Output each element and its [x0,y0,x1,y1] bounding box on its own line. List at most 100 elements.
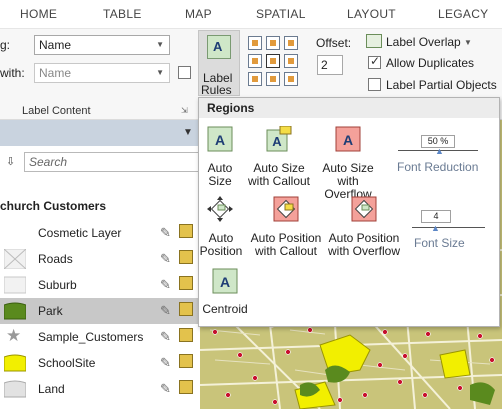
auto-size-callout-icon: A [266,126,292,152]
label-content-caption: Label Content [22,105,91,117]
layer-name: SchoolSite [38,356,96,370]
font-size-value: 4 [421,210,451,223]
layer-name: Land [38,382,65,396]
centroid-button[interactable]: A Centroid [199,268,251,318]
font-size-slider[interactable] [412,227,485,228]
park-symbol-icon [4,302,26,320]
label-with-checkbox[interactable] [178,66,191,79]
auto-position-callout-icon [273,196,299,222]
offset-label: Offset: [316,36,352,50]
position-bottom-left-icon[interactable] [248,72,262,86]
slider-thumb-icon[interactable]: ▲ [435,146,444,156]
position-top-left-icon[interactable] [248,36,262,50]
position-top-center-icon[interactable] [266,36,280,50]
allow-duplicates-label: Allow Duplicates [386,56,475,70]
ribbon-tabs: HOME TABLE MAP SPATIAL LAYOUT LEGACY [0,0,502,28]
label-toggle-icon[interactable] [179,224,193,238]
svg-text:A: A [220,274,230,290]
pencil-icon[interactable]: ✎ [160,303,171,319]
label-using-select[interactable]: Name ▼ [34,35,170,55]
position-bottom-center-icon[interactable] [266,72,280,86]
position-top-right-icon[interactable] [284,36,298,50]
label-with-value: Name [39,66,72,80]
label-toggle-icon[interactable] [179,250,193,264]
pencil-icon[interactable]: ✎ [160,381,171,397]
position-bottom-right-icon[interactable] [284,72,298,86]
label-toggle-icon[interactable] [179,380,193,394]
layer-row-park[interactable]: Park ✎ [0,298,200,324]
chevron-down-icon: ▼ [156,40,164,49]
tab-map[interactable]: MAP [185,7,212,21]
position-center-right-icon[interactable] [284,54,298,68]
roads-symbol-icon [4,249,26,269]
auto-position-callout-button[interactable]: Auto Position with Callout [247,196,325,258]
pencil-icon[interactable]: ✎ [160,251,171,267]
label-with-select[interactable]: Name ▼ [34,63,170,83]
auto-position-overflow-icon [351,196,377,222]
chevron-down-icon[interactable]: ▼ [464,38,472,47]
label-rules-line2: Rules [201,83,232,97]
pencil-icon[interactable]: ✎ [160,355,171,371]
chevron-down-icon: ▼ [156,68,164,77]
auto-position-overflow-button[interactable]: Auto Position with Overflow [325,196,403,258]
label-using-label: g: [0,38,11,52]
auto-size-button[interactable]: A Auto Size [201,126,239,188]
pencil-icon[interactable]: ✎ [160,225,171,241]
tab-legacy[interactable]: LEGACY [438,7,489,21]
star-symbol-icon: ★ [6,326,22,345]
layer-row-schoolsite[interactable]: SchoolSite ✎ [0,350,200,376]
centroid-icon: A [212,268,238,294]
tab-spatial[interactable]: SPATIAL [256,7,306,21]
auto-position-label-2: Position [199,244,243,258]
label-rules-icon: A [207,35,231,59]
svg-text:A: A [272,134,282,149]
layer-search-input[interactable]: Search [24,152,200,172]
font-reduction-label: Font Reduction [397,160,479,174]
auto-size-icon: A [207,126,233,152]
label-overlap-button[interactable]: Label Overlap [386,35,461,49]
layer-row-cosmetic[interactable]: Cosmetic Layer ✎ [0,220,200,246]
layer-row-suburb[interactable]: Suburb ✎ [0,272,200,298]
auto-size-callout-button[interactable]: A Auto Size with Callout [247,126,311,188]
svg-text:A: A [343,132,353,148]
centroid-label: Centroid [202,302,248,316]
sort-arrow-icon[interactable]: ⇩ [6,155,15,168]
auto-position-callout-label-2: with Callout [254,244,318,258]
auto-size-overflow-button[interactable]: A Auto Size with Overflow [313,126,383,201]
auto-size-callout-label-2: with Callout [247,174,311,188]
label-toggle-icon[interactable] [179,302,193,316]
chevron-down-icon[interactable]: ▼ [183,127,193,138]
position-center-left-icon[interactable] [248,54,262,68]
pencil-icon[interactable]: ✎ [160,329,171,345]
layer-name: Suburb [38,278,77,292]
auto-position-overflow-label-2: with Overflow [327,244,401,258]
offset-input[interactable]: 2 [317,55,343,75]
pencil-icon[interactable]: ✎ [160,277,171,293]
dialog-launcher-icon[interactable]: ⇲ [181,106,188,115]
auto-size-label-2: Size [208,174,232,188]
label-rules-dropdown: Regions A Auto Size A Auto Size with Cal… [198,97,500,327]
layer-panel-header: ▼ [0,120,200,146]
layer-row-roads[interactable]: Roads ✎ [0,246,200,272]
layer-row-land[interactable]: Land ✎ [0,376,200,402]
label-toggle-icon[interactable] [179,276,193,290]
layer-group-title: church Customers [0,199,107,213]
land-symbol-icon [4,380,26,398]
label-toggle-icon[interactable] [179,354,193,368]
tab-table[interactable]: TABLE [103,7,142,21]
auto-position-icon [207,196,233,222]
layer-name: Park [38,304,63,318]
slider-thumb-icon[interactable]: ▲ [431,223,440,233]
allow-duplicates-checkbox[interactable] [368,54,381,69]
layer-row-sample-customers[interactable]: ★ Sample_Customers ✎ [0,324,200,350]
position-center-icon[interactable] [266,54,280,68]
label-partial-objects-label: Label Partial Objects [386,78,497,92]
label-using-value: Name [39,38,72,52]
auto-position-button[interactable]: Auto Position [199,196,243,258]
tab-layout[interactable]: LAYOUT [347,7,396,21]
tab-home[interactable]: HOME [20,7,57,21]
label-rules-button[interactable]: A Label Rules [198,30,240,97]
label-toggle-icon[interactable] [179,328,193,342]
label-partial-objects-checkbox[interactable] [368,78,381,91]
svg-text:A: A [215,132,225,148]
